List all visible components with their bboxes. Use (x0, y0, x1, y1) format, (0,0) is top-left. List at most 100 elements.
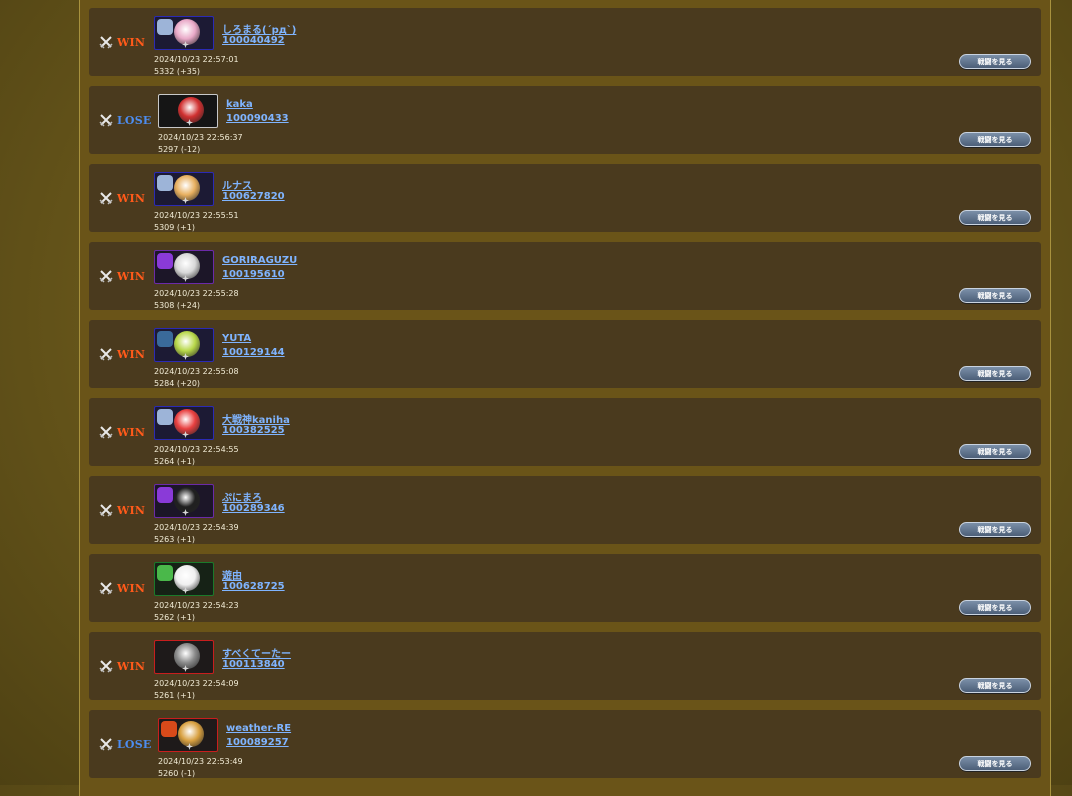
battle-result: LOSE (99, 737, 151, 751)
watch-battle-button[interactable]: 戦闘を見る (959, 600, 1031, 615)
character-portrait-icon (174, 409, 200, 435)
player-name-link[interactable]: GORIRAGUZU (222, 255, 297, 266)
result-label: WIN (117, 269, 146, 283)
player-avatar[interactable] (154, 250, 214, 284)
battle-timestamp: 2024/10/23 22:55:08 (154, 367, 239, 376)
rating-change: 5264 (+1) (154, 457, 195, 466)
battle-timestamp: 2024/10/23 22:54:39 (154, 523, 239, 532)
watch-battle-button[interactable]: 戦闘を見る (959, 288, 1031, 303)
watch-battle-button[interactable]: 戦闘を見る (959, 54, 1031, 69)
player-avatar[interactable] (158, 718, 218, 752)
player-id-link[interactable]: 100628725 (222, 581, 285, 592)
crossed-swords-icon (99, 504, 113, 517)
player-avatar[interactable] (154, 328, 214, 362)
rating-change: 5308 (+24) (154, 301, 201, 310)
player-id-link[interactable]: 100195610 (222, 269, 285, 280)
rank-badge-icon (157, 331, 173, 347)
rating-change: 5261 (+1) (154, 691, 195, 700)
rank-badge-icon (157, 253, 173, 269)
result-label: WIN (117, 659, 146, 673)
battle-history-panel: WIN しろまる(´pд`) 100040492 2024/10/23 22:5… (79, 0, 1051, 796)
player-id-link[interactable]: 100382525 (222, 425, 285, 436)
character-portrait-icon (174, 643, 200, 669)
player-avatar[interactable] (154, 172, 214, 206)
battle-result: LOSE (99, 113, 151, 127)
rating-change: 5262 (+1) (154, 613, 195, 622)
character-portrait-icon (174, 565, 200, 591)
rank-badge-icon (157, 565, 173, 581)
rating-change: 5284 (+20) (154, 379, 201, 388)
battle-result: WIN (99, 503, 145, 517)
battle-timestamp: 2024/10/23 22:56:37 (158, 133, 243, 142)
rank-badge-icon (157, 409, 173, 425)
player-avatar[interactable] (154, 640, 214, 674)
result-label: WIN (117, 35, 146, 49)
result-label: WIN (117, 503, 146, 517)
crossed-swords-icon (99, 192, 113, 205)
player-id-link[interactable]: 100090433 (226, 113, 289, 124)
battle-result: WIN (99, 191, 145, 205)
battle-timestamp: 2024/10/23 22:54:55 (154, 445, 239, 454)
battle-timestamp: 2024/10/23 22:55:28 (154, 289, 239, 298)
watch-battle-button[interactable]: 戦闘を見る (959, 444, 1031, 459)
player-name-link[interactable]: ルナス (222, 177, 252, 192)
player-id-link[interactable]: 100129144 (222, 347, 285, 358)
character-portrait-icon (174, 487, 200, 513)
rank-badge-icon (161, 97, 177, 113)
player-name-link[interactable]: YUTA (222, 333, 251, 344)
player-name-link[interactable]: 大戦神kaniha (222, 411, 290, 426)
rating-change: 5260 (-1) (158, 769, 196, 778)
rating-change: 5297 (-12) (158, 145, 201, 154)
player-id-link[interactable]: 100089257 (226, 737, 289, 748)
player-id-link[interactable]: 100627820 (222, 191, 285, 202)
battle-row: WIN YUTA 100129144 2024/10/23 22:55:08 5… (89, 320, 1041, 388)
player-name-link[interactable]: すべくてーたー (222, 645, 291, 660)
player-id-link[interactable]: 100040492 (222, 35, 285, 46)
player-avatar[interactable] (154, 484, 214, 518)
player-name-link[interactable]: weather-RE (226, 723, 291, 734)
crossed-swords-icon (99, 738, 113, 751)
battle-result: WIN (99, 269, 145, 283)
watch-battle-button[interactable]: 戦闘を見る (959, 132, 1031, 147)
crossed-swords-icon (99, 270, 113, 283)
crossed-swords-icon (99, 660, 113, 673)
battle-row: WIN ぷにまろ 100289346 2024/10/23 22:54:39 5… (89, 476, 1041, 544)
watch-battle-button[interactable]: 戦闘を見る (959, 210, 1031, 225)
player-id-link[interactable]: 100289346 (222, 503, 285, 514)
player-name-link[interactable]: しろまる(´pд`) (222, 21, 296, 36)
battle-row: LOSE weather-RE 100089257 2024/10/23 22:… (89, 710, 1041, 778)
battle-result: WIN (99, 347, 145, 361)
rating-change: 5332 (+35) (154, 67, 201, 76)
watch-battle-button[interactable]: 戦闘を見る (959, 756, 1031, 771)
player-avatar[interactable] (154, 562, 214, 596)
character-portrait-icon (174, 253, 200, 279)
player-avatar[interactable] (158, 94, 218, 128)
crossed-swords-icon (99, 114, 113, 127)
player-avatar[interactable] (154, 406, 214, 440)
watch-battle-button[interactable]: 戦闘を見る (959, 522, 1031, 537)
player-name-link[interactable]: kaka (226, 99, 253, 110)
watch-battle-button[interactable]: 戦闘を見る (959, 678, 1031, 693)
battle-row: WIN しろまる(´pд`) 100040492 2024/10/23 22:5… (89, 8, 1041, 76)
player-avatar[interactable] (154, 16, 214, 50)
rank-badge-icon (157, 487, 173, 503)
battle-timestamp: 2024/10/23 22:53:49 (158, 757, 243, 766)
crossed-swords-icon (99, 348, 113, 361)
character-portrait-icon (174, 19, 200, 45)
player-name-link[interactable]: 遊由 (222, 567, 242, 582)
result-label: WIN (117, 425, 146, 439)
battle-row: WIN 大戦神kaniha 100382525 2024/10/23 22:54… (89, 398, 1041, 466)
player-id-link[interactable]: 100113840 (222, 659, 285, 670)
rating-change: 5309 (+1) (154, 223, 195, 232)
battle-result: WIN (99, 659, 145, 673)
battle-timestamp: 2024/10/23 22:55:51 (154, 211, 239, 220)
result-label: WIN (117, 191, 146, 205)
battle-timestamp: 2024/10/23 22:54:23 (154, 601, 239, 610)
battle-result: WIN (99, 581, 145, 595)
battle-row: WIN すべくてーたー 100113840 2024/10/23 22:54:0… (89, 632, 1041, 700)
character-portrait-icon (178, 97, 204, 123)
player-name-link[interactable]: ぷにまろ (222, 489, 262, 504)
watch-battle-button[interactable]: 戦闘を見る (959, 366, 1031, 381)
battle-timestamp: 2024/10/23 22:54:09 (154, 679, 239, 688)
rank-badge-icon (157, 643, 173, 659)
